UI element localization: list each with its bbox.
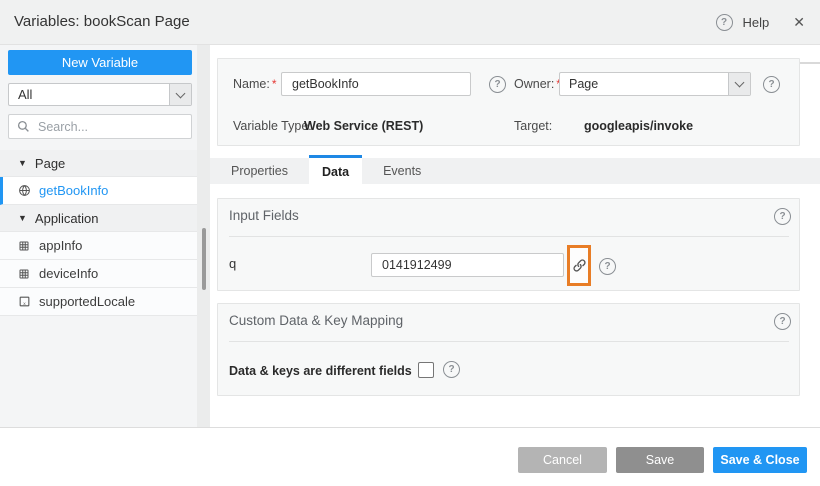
chevron-down-icon: [169, 84, 191, 105]
variable-type-value: Web Service (REST): [304, 119, 424, 133]
name-input[interactable]: [281, 72, 471, 96]
close-icon[interactable]: ✕: [793, 14, 805, 31]
name-help-icon[interactable]: ?: [489, 76, 506, 93]
section-title: Custom Data & Key Mapping: [229, 313, 404, 328]
main-content: Name:* ? Owner:* Page ? Variable Type: W…: [210, 45, 820, 427]
help-link[interactable]: Help: [743, 15, 770, 30]
tree-group-label: Page: [34, 155, 66, 171]
input-fields-section: Input Fields ? q ?: [217, 198, 800, 291]
help-icon[interactable]: ?: [715, 14, 733, 31]
owner-dropdown-value: Page: [569, 77, 599, 91]
save-button[interactable]: Save: [616, 447, 704, 473]
globe-icon: [17, 184, 31, 198]
different-fields-label: Data & keys are different fields: [229, 364, 412, 378]
tab-events[interactable]: Events: [362, 158, 442, 184]
variable-tree: ▼ Page getBookInfo ▼ Application appInfo: [0, 150, 197, 316]
tree-item-label: appInfo: [39, 238, 83, 253]
annotation-highlight-box: [567, 245, 591, 286]
param-q-help-icon[interactable]: ?: [599, 258, 616, 275]
dialog-title: Variables: bookScan Page: [14, 13, 190, 30]
filter-dropdown-value: All: [18, 87, 33, 102]
custom-mapping-section: Custom Data & Key Mapping ? Data & keys …: [217, 303, 800, 396]
grid-icon: [17, 239, 31, 253]
tree-item-label: getBookInfo: [39, 183, 109, 198]
tree-item-appinfo[interactable]: appInfo: [0, 232, 197, 260]
filter-dropdown[interactable]: All: [8, 83, 192, 106]
owner-label: Owner:*: [514, 77, 561, 91]
section-divider: [229, 236, 789, 237]
different-fields-checkbox[interactable]: [418, 362, 434, 378]
collapse-triangle-icon[interactable]: ▼: [18, 158, 27, 168]
dialog-footer: Cancel Save Save & Close: [0, 427, 820, 486]
locale-icon: x: [17, 295, 31, 309]
tree-item-deviceinfo[interactable]: deviceInfo: [0, 260, 197, 288]
target-value: googleapis/invoke: [584, 119, 694, 133]
tree-group-application[interactable]: ▼ Application: [0, 205, 197, 232]
new-variable-button[interactable]: New Variable: [8, 50, 192, 75]
target-label: Target:: [514, 119, 553, 133]
input-fields-help-icon[interactable]: ?: [774, 208, 791, 225]
search-input[interactable]: [36, 118, 180, 135]
search-icon: [17, 120, 29, 132]
tab-data[interactable]: Data: [308, 155, 363, 184]
custom-mapping-help-icon[interactable]: ?: [774, 313, 791, 330]
detail-tabs: Properties Data Events: [210, 155, 820, 184]
param-q-label: q: [229, 256, 237, 271]
variables-sidebar: New Variable All ▼ Page getBookInfo ▼ Ap…: [0, 45, 197, 427]
sidebar-scrollbar[interactable]: [202, 228, 206, 290]
required-asterisk: *: [271, 77, 277, 91]
variables-dialog: Variables: bookScan Page ? Help ✕ New Va…: [0, 0, 820, 486]
tree-item-label: deviceInfo: [39, 266, 99, 281]
variable-type-label: Variable Type:: [233, 119, 312, 133]
chevron-down-icon: [728, 73, 750, 95]
tree-group-page[interactable]: ▼ Page: [0, 150, 197, 177]
variable-search[interactable]: [8, 114, 192, 139]
collapse-triangle-icon[interactable]: ▼: [18, 213, 27, 223]
tree-item-getbookinfo[interactable]: getBookInfo: [0, 177, 197, 205]
tab-properties[interactable]: Properties: [210, 158, 309, 184]
owner-help-icon[interactable]: ?: [763, 76, 780, 93]
section-title: Input Fields: [229, 208, 299, 223]
section-divider: [229, 341, 789, 342]
header-actions: ? Help ✕: [715, 0, 805, 45]
different-fields-help-icon[interactable]: ?: [443, 361, 460, 378]
tree-item-label: supportedLocale: [39, 294, 136, 309]
cancel-button[interactable]: Cancel: [518, 447, 607, 473]
name-label: Name: *: [233, 77, 277, 91]
param-q-input[interactable]: [371, 253, 564, 277]
sidebar-divider: [197, 45, 210, 427]
save-and-close-button[interactable]: Save & Close: [713, 447, 807, 473]
link-icon[interactable]: [572, 258, 587, 273]
dialog-header: Variables: bookScan Page ? Help ✕: [0, 0, 820, 45]
owner-dropdown[interactable]: Page: [559, 72, 751, 96]
variable-summary-panel: Name:* ? Owner:* Page ? Variable Type: W…: [217, 58, 800, 146]
grid-icon: [17, 267, 31, 281]
tree-group-label: Application: [34, 210, 99, 226]
tree-item-supportedlocale[interactable]: x supportedLocale: [0, 288, 197, 316]
